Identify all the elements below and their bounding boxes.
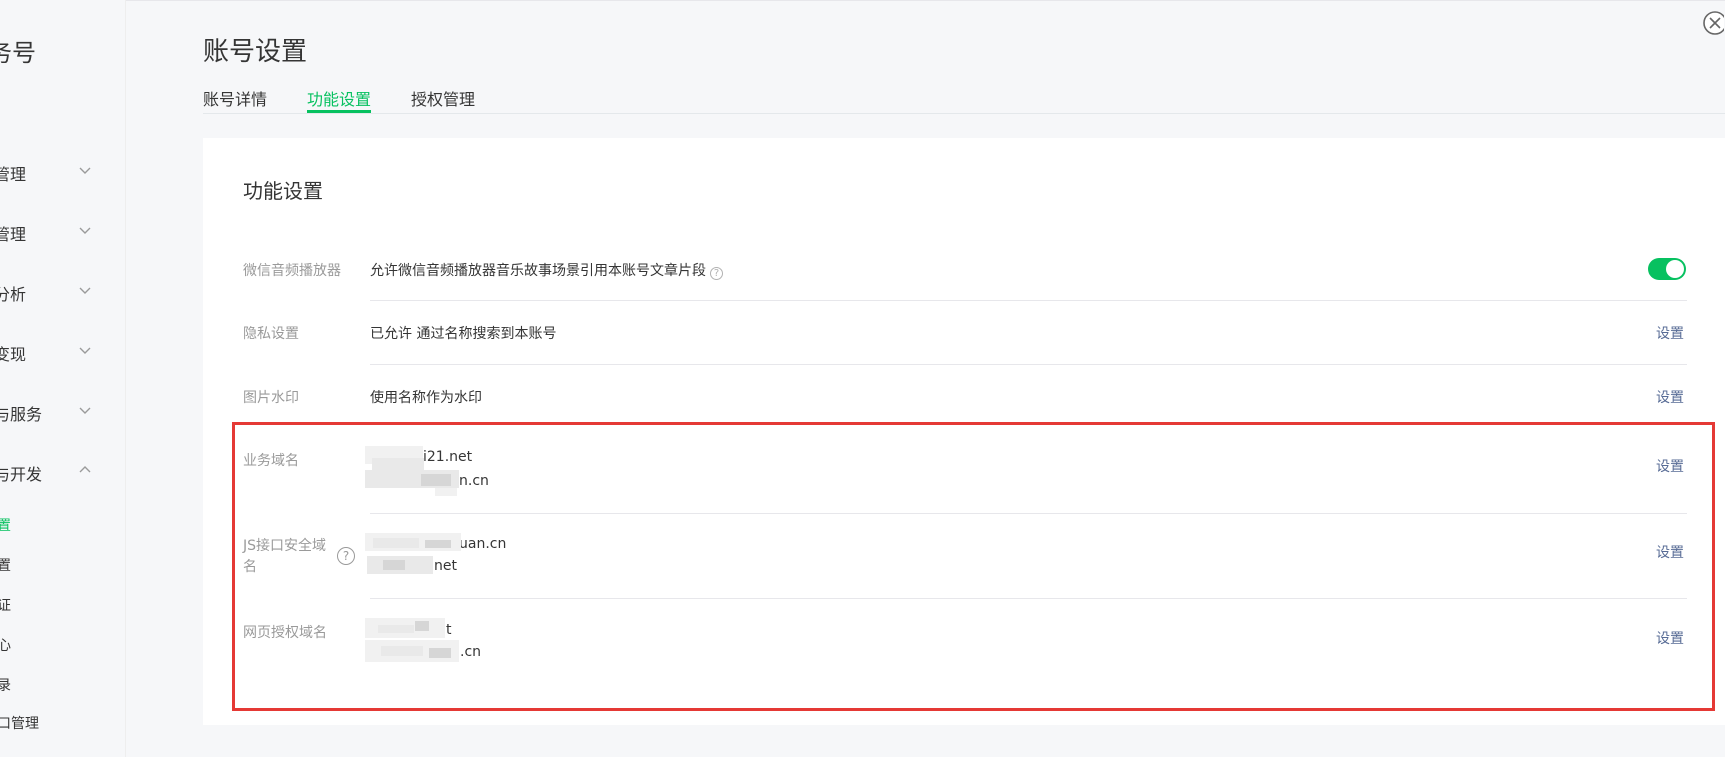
chevron-down-icon [79,347,91,354]
redaction-blur [381,646,423,656]
oauth-domain-line-1: t [446,622,452,638]
divider [370,513,1687,514]
page-title: 账号设置 [203,37,308,67]
js-domain-settings-link[interactable]: 设置 [1656,542,1684,562]
tab-authorization[interactable]: 授权管理 [411,86,475,110]
redaction-blur [429,648,451,658]
sidebar-subitem[interactable]: 证 [0,595,14,615]
redaction-blur [425,540,451,548]
sidebar-subitem[interactable]: 录 [0,675,14,695]
sidebar-group-1[interactable]: 管理 [0,157,125,185]
business-domain-line-2: n.cn [459,473,489,489]
business-domain-line-1: i21.net [423,449,473,465]
redaction-blur [421,474,451,486]
tab-feature-settings[interactable]: 功能设置 [307,86,371,110]
redaction-blur [373,538,419,548]
sidebar-brand: 务号 [0,39,36,67]
sidebar-group-label: 管理 [0,225,27,244]
feature-settings-card: 功能设置 微信音频播放器 允许微信音频播放器音乐故事场景引用本账号文章片段? 隐… [203,138,1725,725]
business-domain-settings-link[interactable]: 设置 [1656,456,1684,476]
privacy-value: 已允许 通过名称搜索到本账号 [370,326,557,342]
sidebar-subitem-active[interactable]: 置 [0,515,14,535]
divider [370,364,1687,365]
tab-bar: 账号详情 功能设置 授权管理 [203,82,1725,114]
help-icon[interactable]: ? [710,267,723,280]
oauth-domain-label: 网页授权域名 [243,625,327,641]
redaction-blur [378,625,414,633]
active-tab-indicator [307,110,371,113]
sidebar: 务号 管理 管理 分析 变现 与服务 与开发 置 置 证 心 录 口管理 [0,0,126,757]
sidebar-group-4[interactable]: 变现 [0,337,125,365]
js-domain-label: JS接口安全域 名 [243,538,327,575]
sidebar-group-label: 分析 [0,285,27,304]
sidebar-group-label: 变现 [0,345,27,364]
chevron-down-icon [79,227,91,234]
chevron-down-icon [79,287,91,294]
sidebar-subitem[interactable]: 口管理 [0,713,42,733]
toggle-knob [1666,260,1684,278]
js-domain-line-1: uan.cn [459,536,507,552]
redaction-blur [415,621,429,631]
sidebar-group-6[interactable]: 与开发 [0,457,125,485]
audio-player-value: 允许微信音频播放器音乐故事场景引用本账号文章片段? [370,260,723,280]
card-title: 功能设置 [243,179,323,203]
sidebar-group-label: 与开发 [0,465,43,484]
watermark-value: 使用名称作为水印 [370,390,482,406]
help-icon[interactable]: ? [337,547,355,565]
redaction-blur [372,458,424,470]
sidebar-subitem[interactable]: 置 [0,555,14,575]
privacy-label: 隐私设置 [243,326,299,342]
audio-player-toggle[interactable] [1648,258,1686,280]
oauth-domain-line-2: .cn [460,644,482,660]
watermark-settings-link[interactable]: 设置 [1656,387,1684,407]
sidebar-subitem[interactable]: 心 [0,635,14,655]
chevron-down-icon [79,407,91,414]
top-border [0,0,1725,1]
chevron-down-icon [79,167,91,174]
sidebar-group-5[interactable]: 与服务 [0,397,125,425]
watermark-label: 图片水印 [243,390,299,406]
chevron-up-icon [79,466,91,473]
redaction-blur [435,488,457,496]
sidebar-group-2[interactable]: 管理 [0,217,125,245]
audio-player-label: 微信音频播放器 [243,263,341,279]
tab-account-details[interactable]: 账号详情 [203,86,267,110]
divider [370,300,1687,301]
js-domain-line-2: net [434,558,457,574]
divider [370,598,1687,599]
privacy-settings-link[interactable]: 设置 [1656,323,1684,343]
close-icon[interactable] [1702,10,1724,36]
oauth-domain-settings-link[interactable]: 设置 [1656,628,1684,648]
sidebar-group-3[interactable]: 分析 [0,277,125,305]
redaction-blur [383,560,405,570]
business-domain-label: 业务域名 [243,453,299,469]
sidebar-group-label: 管理 [0,165,27,184]
sidebar-group-label: 与服务 [0,405,43,424]
